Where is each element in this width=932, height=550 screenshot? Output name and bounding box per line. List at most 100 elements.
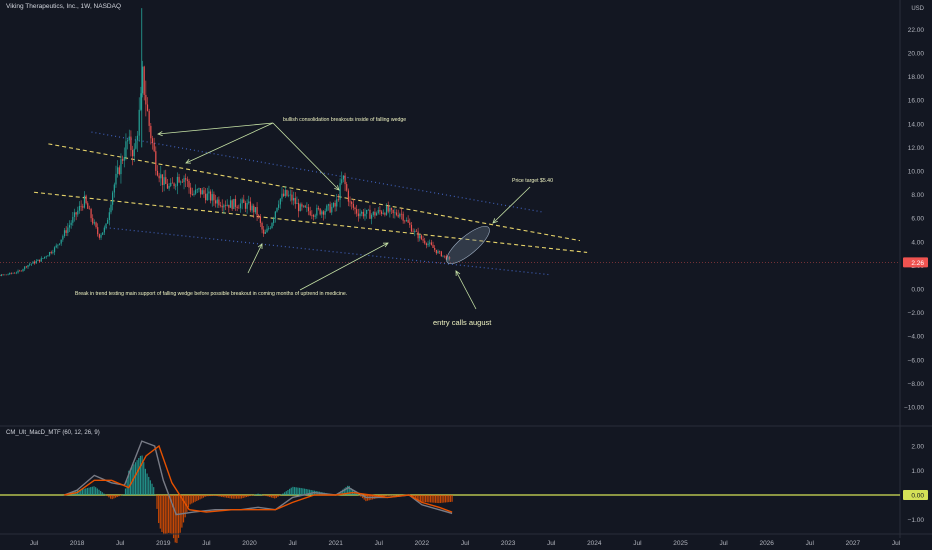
candle-body <box>379 210 381 212</box>
candle-body <box>268 228 270 229</box>
macd-hist-bar <box>95 487 97 495</box>
macd-hist-bar <box>245 495 248 498</box>
macd-hist-bar <box>264 495 266 496</box>
time-tick-label: Jul <box>375 540 384 547</box>
candle-body <box>347 190 349 202</box>
macd-hist-bar <box>247 495 249 497</box>
candle-body <box>206 193 208 201</box>
macd-hist-bar <box>390 495 392 496</box>
macd-hist-bar <box>269 495 271 498</box>
candle-body <box>223 205 225 208</box>
candle-body <box>211 194 213 201</box>
candle-body <box>420 235 423 240</box>
candle-body <box>286 190 288 196</box>
candle-body <box>432 244 434 249</box>
candle-body <box>90 208 92 219</box>
candle-body <box>239 203 242 209</box>
macd-hist-bar <box>284 492 286 495</box>
candle-body <box>42 258 44 259</box>
candle-body <box>316 207 318 216</box>
candle-body <box>221 205 223 208</box>
candle-body <box>419 235 421 239</box>
macd-hist-bar <box>439 495 442 503</box>
candle-body <box>288 195 290 196</box>
macd-hist-bar <box>257 493 259 495</box>
price-tick-label: 8.00 <box>911 192 924 199</box>
candle-body <box>371 214 373 219</box>
macd-hist-bar <box>206 495 208 497</box>
candle-body <box>329 204 331 213</box>
candle-body <box>306 207 308 208</box>
candle-body <box>314 215 316 217</box>
candle-body <box>332 203 335 207</box>
candle-body <box>256 207 258 216</box>
currency-label: USD <box>911 6 924 12</box>
macd-hist-bar <box>174 495 176 543</box>
candle-body <box>209 191 212 201</box>
candle-body <box>52 252 54 254</box>
macd-hist-bar <box>385 495 387 497</box>
candle-body <box>19 270 21 272</box>
time-tick-label: 2025 <box>673 540 688 547</box>
time-tick-label: 2018 <box>70 540 85 547</box>
candle-body <box>97 227 99 235</box>
macd-hist-bar <box>419 495 422 502</box>
candle-body <box>123 157 125 161</box>
candle-body <box>301 204 303 207</box>
macd-hist-bar <box>240 495 243 499</box>
macd-series-line-2 <box>64 444 453 513</box>
candle-body <box>166 183 169 189</box>
macd-hist-bar <box>109 495 112 499</box>
macd-hist-bar <box>93 486 95 495</box>
candle-body <box>422 239 424 241</box>
candle-body <box>324 210 326 215</box>
candle-body <box>17 270 19 273</box>
macd-hist-bar <box>234 495 236 499</box>
candle-body <box>39 259 41 262</box>
candle-body <box>362 211 364 217</box>
candle-body <box>87 203 89 209</box>
macd-hist-bar <box>207 495 209 497</box>
macd-hist-bar <box>197 495 200 501</box>
macd-hist-bar <box>300 488 302 495</box>
candle-body <box>429 242 431 244</box>
price-chart[interactable]: bullish consolidation breakouts inside o… <box>0 0 932 550</box>
candle-body <box>195 189 197 194</box>
candle-body <box>424 240 426 244</box>
macd-hist-bar <box>424 495 427 503</box>
macd-hist-bar <box>446 495 448 503</box>
candle-body <box>105 223 107 228</box>
candle-body <box>155 151 157 171</box>
macd-hist-bar <box>226 495 228 498</box>
candle-body <box>171 182 174 184</box>
candle-body <box>200 188 202 195</box>
candle-body <box>244 202 247 209</box>
candle-body <box>73 212 76 217</box>
candle-body <box>191 194 193 195</box>
macd-tick-label: 1.00 <box>911 468 924 475</box>
candle-body <box>218 199 220 206</box>
candle-body <box>138 109 140 136</box>
macd-hist-bar <box>448 495 450 503</box>
candle-body <box>0 274 3 276</box>
macd-hist-bar <box>149 480 151 495</box>
macd-hist-bar <box>153 487 155 495</box>
candle-body <box>334 203 336 207</box>
candle-body <box>67 227 69 233</box>
candle-body <box>58 243 61 245</box>
candle-body <box>143 66 145 95</box>
macd-hist-bar <box>441 495 443 503</box>
candle-body <box>369 209 371 219</box>
candle-body <box>258 215 260 217</box>
time-tick-label: Jul <box>30 540 39 547</box>
trendline-lower-wedge <box>33 191 588 253</box>
macd-hist-bar <box>229 495 231 499</box>
candle-body <box>278 204 280 208</box>
macd-hist-bar <box>438 495 440 504</box>
macd-hist-bar <box>285 491 287 495</box>
time-tick-label: Jul <box>116 540 125 547</box>
candle-body <box>60 239 62 244</box>
candle-body <box>251 205 253 211</box>
candle-body <box>339 183 341 200</box>
candle-body <box>283 193 285 197</box>
